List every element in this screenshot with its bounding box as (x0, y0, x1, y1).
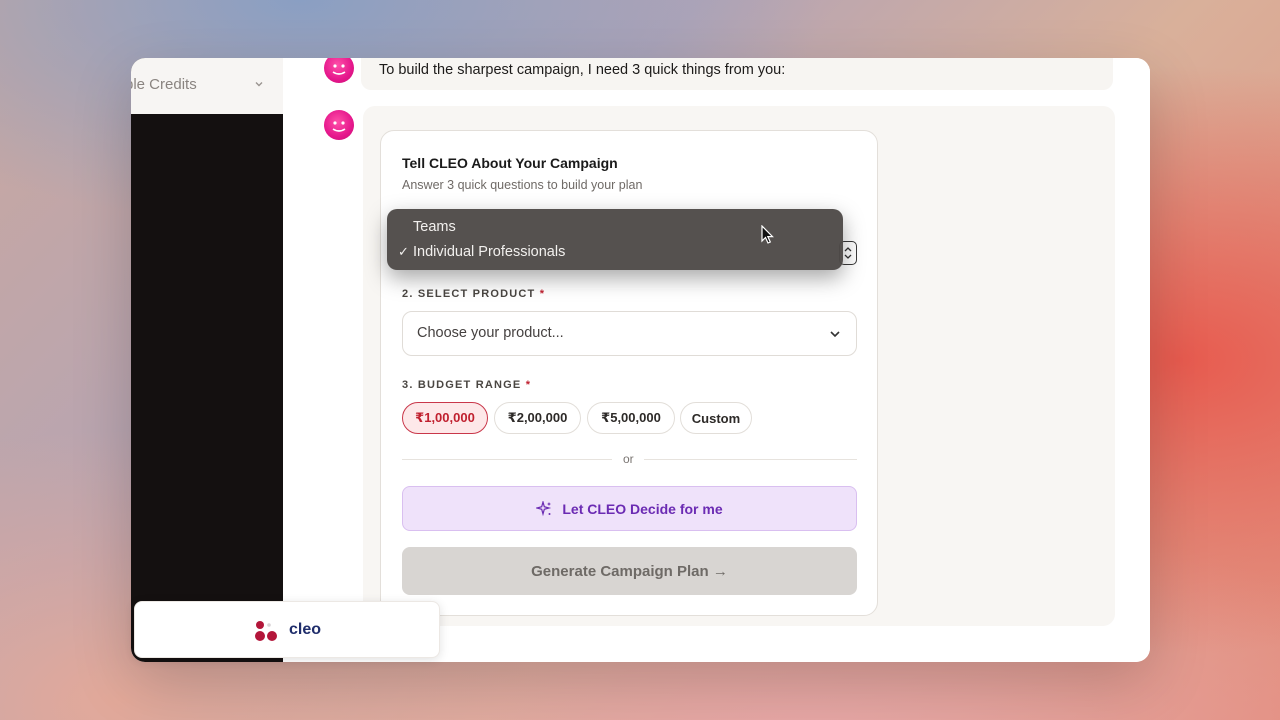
budget-option-2l[interactable]: ₹2,00,000 (494, 402, 581, 434)
select-stepper-icon (844, 247, 852, 259)
avatar-icon (324, 110, 354, 140)
divider (402, 459, 612, 460)
sparkle-icon (536, 500, 552, 516)
sidebar-credits-label: ble Credits (131, 76, 197, 93)
budget-option-1l[interactable]: ₹1,00,000 (402, 402, 488, 434)
cleo-logo-icon (255, 621, 277, 641)
product-select[interactable]: Choose your product... (402, 311, 857, 356)
assistant-message: To build the sharpest campaign, I need 3… (379, 62, 786, 78)
chevron-down-icon (255, 82, 263, 87)
or-separator: or (623, 452, 634, 466)
chat-area: To build the sharpest campaign, I need 3… (283, 58, 1150, 662)
brand-card: cleo (134, 601, 440, 658)
card-subtitle: Answer 3 quick questions to build your p… (402, 178, 643, 192)
chevron-down-icon (830, 331, 840, 338)
let-cleo-decide-button[interactable]: Let CLEO Decide for me (402, 486, 857, 531)
budget-option-5l[interactable]: ₹5,00,000 (587, 402, 675, 434)
product-label: 2. SELECT PRODUCT * (402, 288, 546, 300)
budget-label: 3. BUDGET RANGE * (402, 379, 532, 391)
budget-option-custom[interactable]: Custom (680, 402, 752, 434)
generate-campaign-plan-button[interactable]: Generate Campaign Plan → (402, 547, 857, 595)
app-window: ble Credits To build the sharpest campai… (131, 58, 1150, 662)
sidebar-credits-item[interactable]: ble Credits (131, 58, 283, 114)
card-title: Tell CLEO About Your Campaign (402, 155, 618, 171)
avatar-icon (324, 58, 354, 83)
campaign-form-card: Tell CLEO About Your Campaign Answer 3 q… (380, 130, 878, 616)
sidebar: ble Credits (131, 58, 283, 662)
dropdown-option-individual-professionals[interactable]: Individual Professionals (413, 244, 565, 260)
divider (644, 459, 857, 460)
cursor-icon (761, 225, 774, 244)
brand-name: cleo (289, 621, 322, 638)
product-placeholder: Choose your product... (417, 325, 564, 341)
dropdown-option-teams[interactable]: Teams (413, 219, 456, 235)
check-icon: ✓ (398, 244, 409, 259)
